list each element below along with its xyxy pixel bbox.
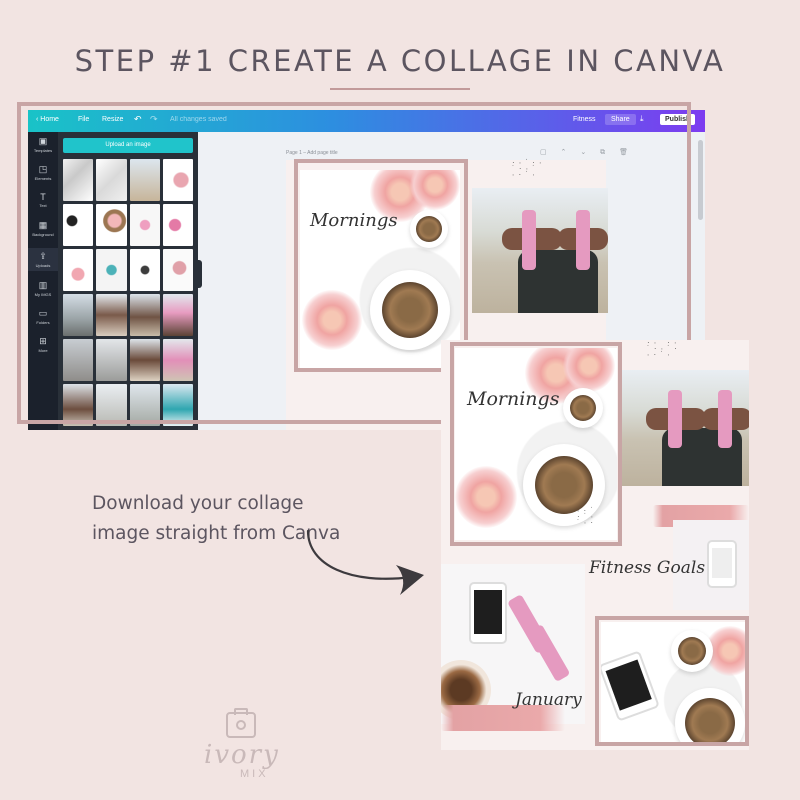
images-icon: ▥	[38, 280, 48, 290]
upload-thumbnail[interactable]	[63, 384, 94, 426]
dumbbell-shape	[576, 210, 590, 270]
undo-icon[interactable]: ↶	[134, 114, 142, 125]
january-script: January	[515, 690, 582, 710]
more-grid-icon: ⊞	[39, 336, 47, 346]
upload-thumbnail[interactable]	[162, 249, 193, 291]
uploads-panel: Upload an image	[58, 132, 198, 430]
panel-collapse-handle[interactable]	[196, 260, 202, 288]
upload-thumbnail[interactable]	[63, 249, 94, 291]
upload-thumbnail[interactable]	[63, 159, 94, 201]
upload-thumbnail[interactable]	[96, 294, 127, 336]
upload-thumbnail[interactable]	[162, 204, 193, 246]
sidebar-item-text[interactable]: T Text	[28, 192, 58, 208]
camera-icon	[226, 708, 256, 738]
sidebar-item-templates[interactable]: ▣ Templates	[28, 136, 58, 153]
folder-icon: ▭	[38, 308, 48, 318]
upload-thumbnail[interactable]	[96, 204, 127, 246]
sidebar-item-uploads[interactable]: ⇪ Uploads	[28, 248, 58, 271]
phone-shape	[469, 582, 507, 644]
upload-thumbnail[interactable]	[162, 294, 193, 336]
canva-topbar: ‹ Home File Resize ↶ ↷ All changes saved…	[28, 110, 705, 132]
upload-thumbnail[interactable]	[129, 249, 160, 291]
canvas-scrollbar[interactable]	[698, 140, 703, 220]
fitness-goals-script: Fitness Goals	[589, 558, 706, 578]
page-heading: STEP #1 CREATE A COLLAGE IN CANVA	[74, 44, 726, 78]
upload-thumbnail[interactable]	[162, 339, 193, 381]
page-title-label[interactable]: Page 1 – Add page title	[286, 150, 338, 156]
upload-thumbnail[interactable]	[129, 204, 160, 246]
sidebar-item-background[interactable]: ▦ Background	[28, 220, 58, 237]
dumbbell-photo[interactable]	[472, 188, 608, 313]
confetti-dots: ∙ · ˙ · ˙ ∙ ˙ ∙ ·	[577, 506, 594, 527]
upload-thumbnail[interactable]	[96, 384, 127, 426]
upload-thumbnail[interactable]	[63, 294, 94, 336]
logo-word: MIX	[240, 768, 269, 780]
templates-icon: ▣	[38, 136, 48, 146]
page-tools[interactable]: ▢ ⌃ ⌄ ⧉ 🗑	[540, 148, 634, 157]
upload-thumbnail[interactable]	[63, 204, 94, 246]
elements-icon: ◳	[38, 164, 48, 174]
sidebar-item-folders[interactable]: ▭ Folders	[28, 308, 58, 325]
resize-menu[interactable]: Resize	[102, 116, 123, 123]
upload-thumbnail[interactable]	[129, 384, 160, 426]
photo-frame	[595, 616, 749, 746]
upload-thumbnail[interactable]	[63, 339, 94, 381]
sidebar-item-elements[interactable]: ◳ Elements	[28, 164, 58, 181]
upload-thumbnail[interactable]	[162, 159, 193, 201]
design-name[interactable]: Fitness	[573, 116, 596, 123]
confetti-dots: · ∙ ˙ · ∙ ˙ · ∙ ˙ ∙ · ˙ ∙	[512, 158, 543, 179]
upload-thumbnail[interactable]	[129, 159, 160, 201]
upload-thumbnail[interactable]	[129, 339, 160, 381]
sidebar-item-more[interactable]: ⊞ More	[28, 336, 58, 353]
dumbbell-shape	[522, 210, 536, 270]
redo-icon[interactable]: ↷	[150, 114, 158, 125]
upload-thumbnail[interactable]	[162, 384, 193, 426]
ivory-mix-logo: ivory MIX	[196, 708, 306, 788]
canva-left-sidebar: ▣ Templates ◳ Elements T Text ▦ Backgrou…	[28, 132, 58, 430]
finished-collage-image: Mornings · ∙ ˙ · ∙ ˙ · ∙ ˙ · ∙ · ˙ ∙ Fitn…	[441, 340, 749, 750]
upload-thumbnail[interactable]	[96, 339, 127, 381]
phone-shape	[707, 540, 737, 588]
download-icon[interactable]: ⤓	[640, 114, 644, 124]
dumbbell-shape	[527, 623, 571, 683]
collage-dumbbell-photo	[622, 370, 749, 486]
upload-image-button[interactable]: Upload an image	[63, 138, 193, 153]
dumbbell-shape	[668, 390, 682, 448]
photo-frame	[450, 342, 622, 546]
text-icon: T	[40, 192, 46, 202]
save-status: All changes saved	[170, 116, 227, 123]
confetti-dots: · ∙ ˙ · ∙ ˙ · ∙ ˙ · ∙ · ˙ ∙	[647, 340, 678, 359]
uploads-grid	[63, 159, 193, 426]
home-button[interactable]: ‹ Home	[36, 116, 59, 123]
publish-button[interactable]: Publish	[660, 114, 696, 125]
logo-script-text: ivory	[204, 740, 280, 770]
upload-cloud-icon: ⇪	[39, 251, 47, 261]
heading-underline	[330, 88, 470, 90]
upload-thumbnail[interactable]	[129, 294, 160, 336]
share-button[interactable]: Share	[605, 114, 636, 125]
background-icon: ▦	[38, 220, 48, 230]
file-menu[interactable]: File	[78, 116, 89, 123]
dumbbell-shape	[718, 390, 732, 448]
upload-thumbnail[interactable]	[96, 159, 127, 201]
sidebar-item-my-imgs[interactable]: ▥ My IMGS	[28, 280, 58, 297]
curved-arrow-icon	[306, 529, 424, 595]
upload-thumbnail[interactable]	[96, 249, 127, 291]
